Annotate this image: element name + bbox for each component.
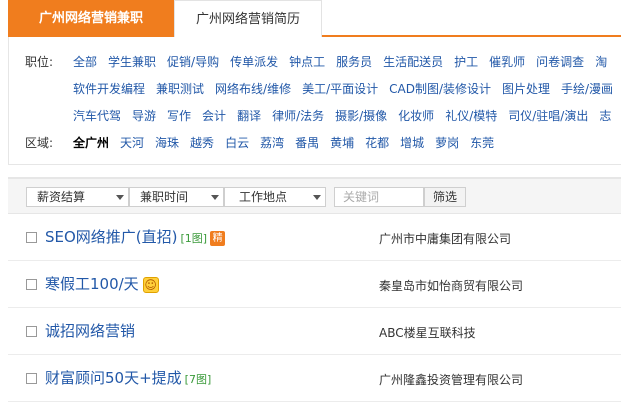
area-option[interactable]: 全广州 xyxy=(73,136,109,150)
position-label: 职位: xyxy=(25,55,54,69)
position-option[interactable]: 学生兼职 xyxy=(108,55,156,69)
position-option[interactable]: 化妆师 xyxy=(398,109,434,123)
position-option[interactable]: 美工/平面设计 xyxy=(302,82,378,96)
chevron-down-icon xyxy=(116,195,124,200)
company-name[interactable]: 秦皇岛市如怡商贸有限公司 xyxy=(379,277,523,294)
salary-dropdown-label: 薪资结算 xyxy=(37,190,86,204)
tab-resumes[interactable]: 广州网络营销简历 xyxy=(174,0,322,37)
salary-dropdown[interactable]: 薪资结算 xyxy=(26,187,129,207)
position-option[interactable]: 生活配送员 xyxy=(383,55,443,69)
location-dropdown-label: 工作地点 xyxy=(239,190,288,204)
chevron-down-icon xyxy=(313,195,321,200)
keyword-input[interactable] xyxy=(334,187,424,207)
position-option[interactable]: CAD制图/装修设计 xyxy=(389,82,491,96)
area-option[interactable]: 增城 xyxy=(400,136,424,150)
filter-button[interactable]: 筛选 xyxy=(424,187,466,207)
filter-panel: 职位: 全部 学生兼职 促销/导购 传单派发 钟点工 服务员 生活配送员 护工 催乳师 问卷调查淘 … xyxy=(8,37,621,165)
position-option[interactable]: 软件开发编程 xyxy=(73,82,145,96)
list-item: 财富顾问50天+提成 [7图] 广州隆鑫投资管理有限公司 xyxy=(8,355,621,402)
position-option[interactable]: 护工 xyxy=(454,55,478,69)
location-dropdown[interactable]: 工作地点 xyxy=(224,187,326,207)
position-option[interactable]: 律师/法务 xyxy=(272,109,324,123)
position-option[interactable]: 汽车代驾 xyxy=(73,109,121,123)
area-option[interactable]: 花都 xyxy=(365,136,389,150)
position-filter-row-2: 软件开发编程 兼职测试 网络布线/维修 美工/平面设计 CAD制图/装修设计 图片处理 手绘… xyxy=(25,79,621,99)
area-option[interactable]: 白云 xyxy=(225,136,249,150)
job-title-link[interactable]: 寒假工100/天 xyxy=(45,275,139,293)
featured-badge: 精 xyxy=(210,231,226,246)
position-option[interactable]: 导游 xyxy=(132,109,156,123)
position-option[interactable]: 淘 xyxy=(595,55,607,69)
select-checkbox[interactable] xyxy=(26,279,37,290)
position-filter-row-3: 汽车代驾 导游 写作 会计 翻译 律师/法务 摄影/摄像 化妆师 礼仪/模特 司仪/驻唱/演出志 xyxy=(25,106,621,126)
position-filter-row-1: 职位: 全部 学生兼职 促销/导购 传单派发 钟点工 服务员 生活配送员 护工 催乳师 问卷调查淘 xyxy=(25,52,618,72)
area-option[interactable]: 荔湾 xyxy=(260,136,284,150)
select-checkbox[interactable] xyxy=(26,373,37,384)
time-dropdown[interactable]: 兼职时间 xyxy=(129,187,224,207)
job-title-link[interactable]: 诚招网络营销 xyxy=(45,322,135,340)
tab-jobs[interactable]: 广州网络营销兼职 xyxy=(8,0,174,37)
area-option[interactable]: 越秀 xyxy=(190,136,214,150)
company-name[interactable]: 广州隆鑫投资管理有限公司 xyxy=(379,371,523,388)
position-option[interactable]: 手绘/漫画 xyxy=(561,82,613,96)
position-option[interactable]: 全部 xyxy=(73,55,97,69)
job-title-link[interactable]: SEO网络推广(直招) xyxy=(45,228,178,246)
image-count: [1图] xyxy=(180,232,208,245)
position-option[interactable]: 问卷调查 xyxy=(536,55,584,69)
area-filter-row: 区域: 全广州 天河 海珠 越秀 白云 荔湾 番禺 黄埔 花都 增城 萝岗 东莞 xyxy=(25,133,505,153)
category-tabs: 广州网络营销兼职 广州网络营销简历 xyxy=(8,0,621,37)
position-option[interactable]: 服务员 xyxy=(336,55,372,69)
chevron-down-icon xyxy=(211,195,219,200)
job-title-link[interactable]: 财富顾问50天+提成 xyxy=(45,369,182,387)
position-option[interactable]: 兼职测试 xyxy=(156,82,204,96)
select-checkbox[interactable] xyxy=(26,326,37,337)
list-item: 寒假工100/天 ☺ 秦皇岛市如怡商贸有限公司 xyxy=(8,261,621,308)
time-dropdown-label: 兼职时间 xyxy=(140,190,189,204)
smile-icon: ☺ xyxy=(142,277,159,293)
company-name[interactable]: 广州市中庸集团有限公司 xyxy=(379,230,511,247)
area-label: 区域: xyxy=(25,136,54,150)
position-option[interactable]: 司仪/驻唱/演出 xyxy=(508,109,588,123)
position-option[interactable]: 图片处理 xyxy=(502,82,550,96)
area-option[interactable]: 黄埔 xyxy=(330,136,354,150)
position-option[interactable]: 钟点工 xyxy=(289,55,325,69)
position-option[interactable]: 翻译 xyxy=(237,109,261,123)
area-option[interactable]: 东莞 xyxy=(470,136,494,150)
position-option[interactable]: 礼仪/模特 xyxy=(445,109,497,123)
select-checkbox[interactable] xyxy=(26,232,37,243)
position-option[interactable]: 志 xyxy=(599,109,611,123)
area-option[interactable]: 萝岗 xyxy=(435,136,459,150)
position-option[interactable]: 催乳师 xyxy=(489,55,525,69)
position-option[interactable]: 写作 xyxy=(167,109,191,123)
image-count: [7图] xyxy=(184,373,212,386)
area-option[interactable]: 天河 xyxy=(120,136,144,150)
list-item: SEO网络推广(直招) [1图] 精 广州市中庸集团有限公司 xyxy=(8,214,621,261)
list-item: 诚招网络营销 ABC楼星互联科技 xyxy=(8,308,621,355)
position-option[interactable]: 摄影/摄像 xyxy=(335,109,387,123)
area-option[interactable]: 番禺 xyxy=(295,136,319,150)
company-name[interactable]: ABC楼星互联科技 xyxy=(379,324,476,341)
position-option[interactable]: 会计 xyxy=(202,109,226,123)
position-option[interactable]: 网络布线/维修 xyxy=(215,82,291,96)
area-option[interactable]: 海珠 xyxy=(155,136,179,150)
position-option[interactable]: 促销/导购 xyxy=(167,55,219,69)
list-toolbar: 薪资结算 兼职时间 工作地点 筛选 xyxy=(8,178,621,214)
position-option[interactable]: 传单派发 xyxy=(230,55,278,69)
